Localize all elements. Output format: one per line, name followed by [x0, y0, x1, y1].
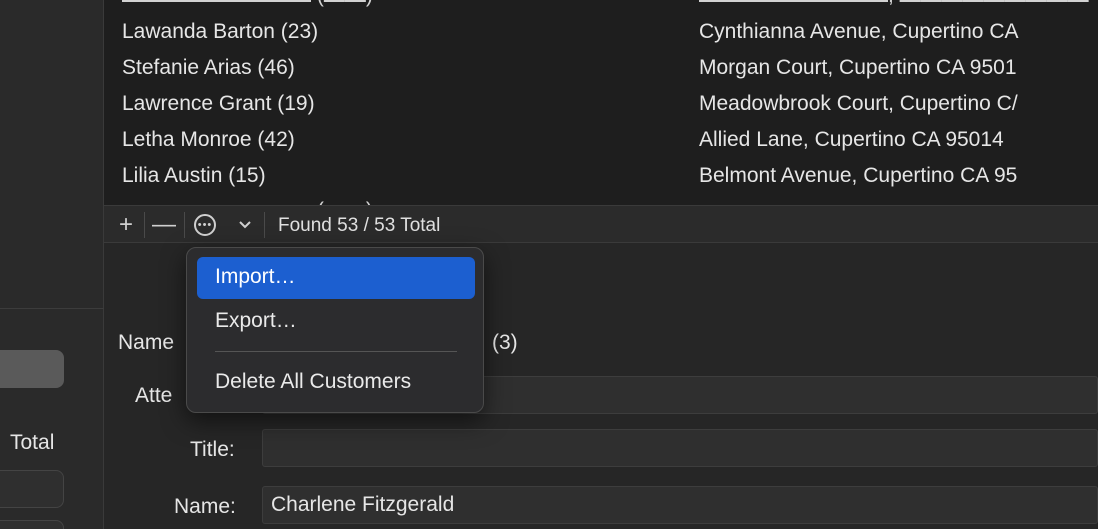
total-label: Total [10, 431, 55, 454]
title-label: Title: [190, 438, 235, 461]
name-header-suffix: (3) [492, 331, 518, 354]
list-item[interactable]: Lilia Austin (15) Belmont Avenue, Cupert… [104, 158, 1098, 194]
chevron-down-icon[interactable] [232, 206, 258, 244]
customer-name: ▬▬▬▬▬▬▬▬▬ (▬▬) [122, 0, 373, 8]
name-field-label: Name: [174, 495, 236, 518]
list-item[interactable]: Lawanda Barton (23) Cynthianna Avenue, C… [104, 14, 1098, 50]
customer-list[interactable]: ▬▬▬▬▬▬▬▬▬ (▬▬) ▬▬▬▬▬▬▬▬▬, ▬▬▬▬▬▬▬▬▬ Lawa… [104, 0, 1098, 205]
menu-divider [215, 351, 457, 352]
more-actions-button[interactable]: ••• [188, 206, 222, 244]
sidebar-field[interactable] [0, 520, 64, 529]
add-customer-button[interactable]: + [110, 206, 142, 244]
customer-address: Belmont Avenue, Cupertino CA 95 [699, 164, 1018, 187]
list-item[interactable]: ▬▬▬▬▬▬▬▬▬ (▬▬) ▬▬▬▬▬▬▬▬▬, ▬▬▬▬▬▬▬▬▬ [104, 0, 1098, 14]
list-toolbar: + — ••• Found 53 / 53 Total [104, 205, 1098, 243]
sidebar: l Total [0, 0, 104, 529]
list-item[interactable]: Letha Monroe (42) Allied Lane, Cupertino… [104, 122, 1098, 158]
customer-name: Letha Monroe (42) [122, 128, 295, 151]
customer-name: Lawrence Grant (19) [122, 92, 315, 115]
list-item[interactable]: Lawrence Grant (19) Meadowbrook Court, C… [104, 86, 1098, 122]
toolbar-divider [184, 212, 185, 238]
customer-name: Stefanie Arias (46) [122, 56, 295, 79]
found-count: Found 53 / 53 Total [278, 215, 441, 236]
sidebar-button[interactable]: l [0, 350, 64, 388]
customer-address: Morgan Court, Cupertino CA 9501 [699, 56, 1017, 79]
menu-item-import[interactable]: Import… [197, 257, 475, 299]
ellipsis-circle-icon: ••• [194, 214, 216, 236]
list-item[interactable]: ▬▬▬▬▬▬▬▬▬ (▬▬) ▬▬▬▬▬▬▬▬▬, ▬▬▬▬▬▬▬▬▬ [104, 193, 1098, 205]
customer-address: ▬▬▬▬▬▬▬▬▬, ▬▬▬▬▬▬▬▬▬ [699, 0, 1089, 8]
customer-address: Allied Lane, Cupertino CA 95014 [699, 128, 1004, 151]
actions-menu: Import… Export… Delete All Customers [186, 247, 484, 413]
menu-item-delete-all[interactable]: Delete All Customers [197, 362, 475, 404]
menu-item-export[interactable]: Export… [197, 301, 475, 343]
remove-customer-button[interactable]: — [148, 206, 180, 244]
sidebar-divider [0, 308, 104, 309]
customer-name: Lawanda Barton (23) [122, 20, 319, 43]
attention-label: Atte [135, 384, 173, 407]
name-field[interactable]: Charlene Fitzgerald [262, 486, 1098, 524]
title-field[interactable] [262, 429, 1098, 467]
list-item[interactable]: Stefanie Arias (46) Morgan Court, Cupert… [104, 50, 1098, 86]
customer-name: Lilia Austin (15) [122, 164, 266, 187]
toolbar-divider [144, 212, 145, 238]
toolbar-divider [264, 212, 265, 238]
customer-address: Cynthianna Avenue, Cupertino CA [699, 20, 1019, 43]
total-field[interactable] [0, 470, 64, 508]
customer-address: Meadowbrook Court, Cupertino C/ [699, 92, 1018, 115]
name-header-label: Name [118, 331, 175, 354]
